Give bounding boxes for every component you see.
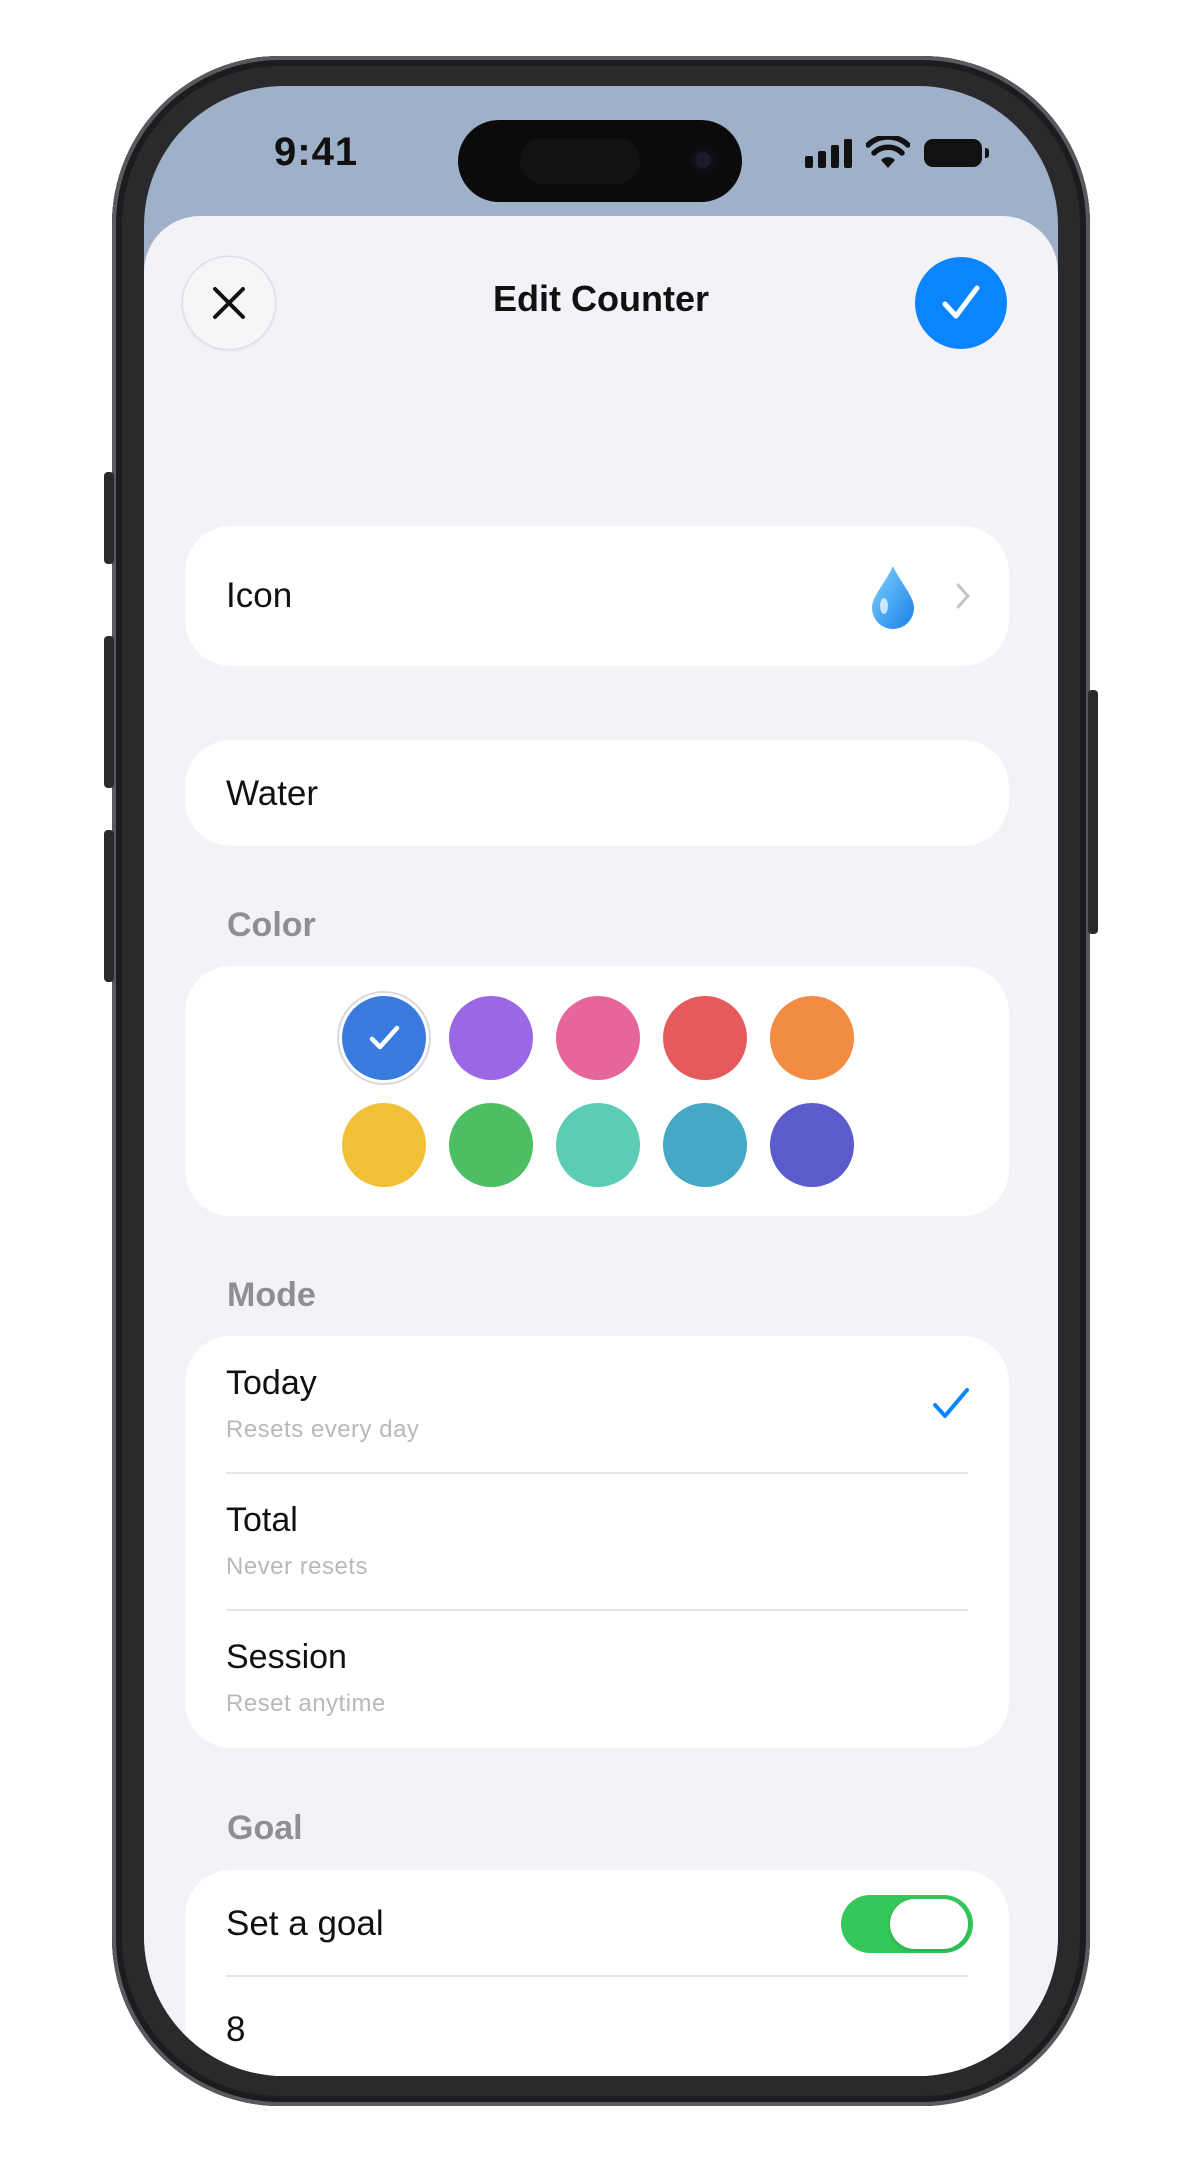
divider	[226, 1975, 968, 1977]
color-swatch-red[interactable]	[663, 996, 747, 1080]
goal-section-header: Goal	[227, 1809, 303, 1847]
color-swatch-teal[interactable]	[663, 1103, 747, 1187]
selected-checkmark-icon	[933, 1388, 969, 1418]
mode-option-title: Total	[226, 1501, 298, 1539]
screen: 9:41 Edit Counter Icon Water Color Mode …	[144, 86, 1058, 2076]
mode-option-subtitle: Never resets	[226, 1553, 369, 1580]
icon-row[interactable]: Icon	[185, 526, 1009, 666]
checkmark-icon	[942, 285, 980, 319]
color-swatch-yellow[interactable]	[342, 1103, 426, 1187]
color-swatch-mint[interactable]	[556, 1103, 640, 1187]
status-time: 9:41	[274, 130, 359, 174]
set-goal-toggle[interactable]	[841, 1895, 973, 1953]
done-button[interactable]	[915, 257, 1007, 349]
mode-option-subtitle: Resets every day	[226, 1416, 420, 1443]
action-button	[104, 472, 114, 564]
color-picker	[185, 966, 1009, 1216]
color-swatch-orange[interactable]	[770, 996, 854, 1080]
mode-option-subtitle: Reset anytime	[226, 1690, 386, 1717]
name-field[interactable]: Water	[185, 740, 1009, 846]
color-swatch-indigo[interactable]	[770, 1103, 854, 1187]
cellular-signal-icon	[805, 138, 852, 168]
mode-section-header: Mode	[227, 1276, 316, 1314]
volume-down-button	[104, 830, 114, 982]
mode-option-total[interactable]: Total Never resets	[185, 1473, 1009, 1611]
front-camera-icon	[690, 147, 716, 173]
name-field-value: Water	[226, 774, 319, 813]
color-swatch-pink[interactable]	[556, 996, 640, 1080]
set-goal-label: Set a goal	[226, 1904, 384, 1943]
swatch-checkmark-icon	[369, 1025, 400, 1050]
mode-options: Today Resets every day Total Never reset…	[185, 1336, 1009, 1748]
volume-up-button	[104, 636, 114, 788]
edit-counter-sheet: Edit Counter Icon Water Color Mode Today…	[144, 216, 1058, 2076]
status-icons	[805, 136, 989, 170]
battery-icon	[924, 139, 989, 167]
toggle-knob	[890, 1899, 968, 1949]
goal-value-field[interactable]: 8	[226, 2010, 245, 2050]
mode-option-title: Today	[226, 1364, 317, 1402]
chevron-right-icon	[956, 583, 970, 609]
power-button	[1088, 690, 1098, 934]
dynamic-island	[458, 120, 742, 202]
color-swatch-purple[interactable]	[449, 996, 533, 1080]
wifi-icon	[866, 136, 910, 168]
goal-card: Set a goal 8	[185, 1870, 1009, 2076]
color-swatch-green[interactable]	[449, 1103, 533, 1187]
icon-row-label: Icon	[226, 576, 293, 615]
island-sensor	[520, 138, 640, 184]
color-section-header: Color	[227, 906, 316, 944]
color-swatch-blue[interactable]	[342, 996, 426, 1080]
mode-option-title: Session	[226, 1638, 347, 1676]
water-drop-icon	[872, 566, 914, 629]
mode-option-session[interactable]: Session Reset anytime	[185, 1610, 1009, 1748]
mode-option-today[interactable]: Today Resets every day	[185, 1336, 1009, 1474]
